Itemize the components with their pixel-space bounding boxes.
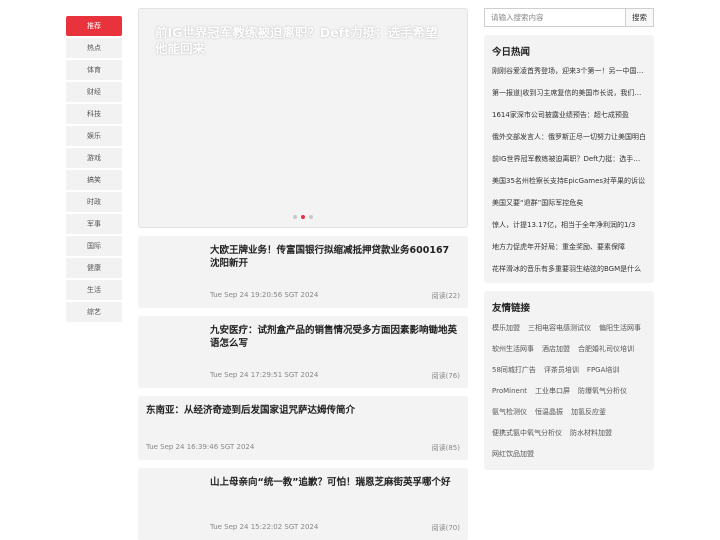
nav-item-military[interactable]: 军事: [66, 214, 122, 234]
nav-item-finance[interactable]: 财经: [66, 82, 122, 102]
hot-news-item[interactable]: 1614家深市公司披露业绩预告：超七成预盈: [492, 110, 646, 120]
category-nav: 推荐 热点 体育 财经 科技 娱乐 游戏 搞笑 时政 军事 国际 健康 生活 综…: [66, 16, 122, 324]
nav-item-health[interactable]: 健康: [66, 258, 122, 278]
carousel-dot-2[interactable]: [301, 215, 305, 219]
search-button[interactable]: 搜索: [625, 8, 654, 27]
article-reads: 阅读(76): [431, 372, 460, 380]
hot-news-item[interactable]: 美国35名州检察长支持EpicGames对苹果的诉讼: [492, 176, 646, 186]
nav-item-games[interactable]: 游戏: [66, 148, 122, 168]
hot-news-item[interactable]: 美国又要“退群”国际军控危矣: [492, 198, 646, 208]
article-reads: 阅读(70): [431, 524, 460, 532]
nav-item-funny[interactable]: 搞笑: [66, 170, 122, 190]
carousel-dot-3[interactable]: [309, 215, 313, 219]
nav-item-entertainment[interactable]: 娱乐: [66, 126, 122, 146]
article-title[interactable]: 大欧王牌业务！传富国银行拟缩减抵押贷款业务600167沈阳新开: [210, 244, 450, 270]
friend-link[interactable]: FPGA培训: [587, 363, 619, 384]
article-card[interactable]: 大欧王牌业务！传富国银行拟缩减抵押贷款业务600167沈阳新开 Tue Sep …: [138, 236, 468, 308]
nav-item-politics[interactable]: 时政: [66, 192, 122, 212]
friend-link[interactable]: ProMinent: [492, 384, 527, 405]
friend-link[interactable]: 氨气检测仪: [492, 405, 527, 426]
article-date: Tue Sep 24 19:20:56 SGT 2024: [210, 291, 319, 299]
carousel-title[interactable]: 前IG世界冠军教练被迫离职？Deft力挺：选手希望他能回来: [155, 25, 447, 57]
search-input[interactable]: [484, 8, 626, 27]
nav-item-recommend[interactable]: 推荐: [66, 16, 122, 36]
friend-link[interactable]: 58同城打广告: [492, 363, 536, 384]
article-card[interactable]: 九安医疗：试剂盒产品的销售情况受多方面因素影响锄地英语怎么写 Tue Sep 2…: [138, 316, 468, 388]
headline-carousel[interactable]: 前IG世界冠军教练被迫离职？Deft力挺：选手希望他能回来: [138, 8, 468, 228]
hot-news-item[interactable]: 刚刚谷爱凌首秀登场，迎来3个第一！另一中国选手也进决赛了: [492, 66, 646, 76]
friend-link[interactable]: 工业串口屏: [535, 384, 570, 405]
friend-links-title: 友情链接: [492, 303, 531, 314]
friend-link[interactable]: 恒温晶振: [535, 405, 563, 426]
hot-news-item[interactable]: 第一报道|收到习主席复信的美国市长说，我们期待: [492, 88, 646, 98]
article-title[interactable]: 东南亚：从经济奇迹到后发国家诅咒萨达姆传简介: [146, 404, 458, 417]
article-date: Tue Sep 24 17:29:51 SGT 2024: [210, 371, 319, 379]
nav-item-life[interactable]: 生活: [66, 280, 122, 300]
article-reads: 阅读(85): [431, 444, 460, 452]
carousel-dots: [293, 215, 313, 219]
friend-link[interactable]: 偏阳生活网事: [599, 321, 641, 342]
hot-news-panel: 今日热闻 刚刚谷爱凌首秀登场，迎来3个第一！另一中国选手也进决赛了 第一报道|收…: [484, 35, 654, 283]
friend-link[interactable]: 酒店加盟: [542, 342, 570, 363]
article-date: Tue Sep 24 16:39:46 SGT 2024: [146, 443, 255, 451]
friend-link[interactable]: 防爆氧气分析仪: [578, 384, 627, 405]
friend-links-panel: 友情链接 模乐加盟 三相电容电感测试仪 偏阳生活网事 软州生活网事 酒店加盟 合…: [484, 291, 654, 470]
article-card[interactable]: 山上母亲向“统一教”追歉？可怕！瑞恩芝麻街英孚哪个好 Tue Sep 24 15…: [138, 468, 468, 540]
article-reads: 阅读(22): [431, 292, 460, 300]
article-date: Tue Sep 24 15:22:02 SGT 2024: [210, 523, 319, 531]
article-title[interactable]: 山上母亲向“统一教”追歉？可怕！瑞恩芝麻街英孚哪个好: [210, 476, 458, 489]
friend-link[interactable]: 加氢反应釜: [571, 405, 606, 426]
nav-item-variety[interactable]: 综艺: [66, 302, 122, 322]
hot-news-item[interactable]: 惊人，计提13.17亿，相当于全年净利润的1/3: [492, 220, 646, 230]
friend-links-list: 模乐加盟 三相电容电感测试仪 偏阳生活网事 软州生活网事 酒店加盟 合肥婚礼司仪…: [492, 321, 650, 468]
nav-item-hot[interactable]: 热点: [66, 38, 122, 58]
friend-link[interactable]: 软州生活网事: [492, 342, 534, 363]
hot-news-item[interactable]: 俄外交部发言人：俄罗斯正尽一切努力让美国明白: [492, 132, 646, 142]
hot-news-item[interactable]: 前IG世界冠军教练被迫离职？Deft力挺：选手希望他能回来: [492, 154, 646, 164]
friend-link[interactable]: 三相电容电感测试仪: [528, 321, 591, 342]
nav-item-sports[interactable]: 体育: [66, 60, 122, 80]
article-title[interactable]: 九安医疗：试剂盒产品的销售情况受多方面因素影响锄地英语怎么写: [210, 324, 462, 350]
hot-news-item[interactable]: 地方力促虎年开好局：重金奖励、要素保障: [492, 242, 646, 252]
article-card[interactable]: 东南亚：从经济奇迹到后发国家诅咒萨达姆传简介 Tue Sep 24 16:39:…: [138, 396, 468, 460]
friend-link[interactable]: 模乐加盟: [492, 321, 520, 342]
hot-news-item[interactable]: 花样滑冰的音乐有多重要羽生结弦的BGM是什么: [492, 264, 646, 274]
nav-item-international[interactable]: 国际: [66, 236, 122, 256]
carousel-dot-1[interactable]: [293, 215, 297, 219]
friend-link[interactable]: 合肥婚礼司仪培训: [578, 342, 634, 363]
friend-link[interactable]: 防水材料加盟: [570, 426, 612, 447]
friend-link[interactable]: 评茶员培训: [544, 363, 579, 384]
hot-news-title: 今日热闻: [492, 47, 531, 58]
friend-link[interactable]: 网红饮品加盟: [492, 447, 534, 468]
nav-item-tech[interactable]: 科技: [66, 104, 122, 124]
friend-link[interactable]: 便携式氨中氧气分析仪: [492, 426, 562, 447]
